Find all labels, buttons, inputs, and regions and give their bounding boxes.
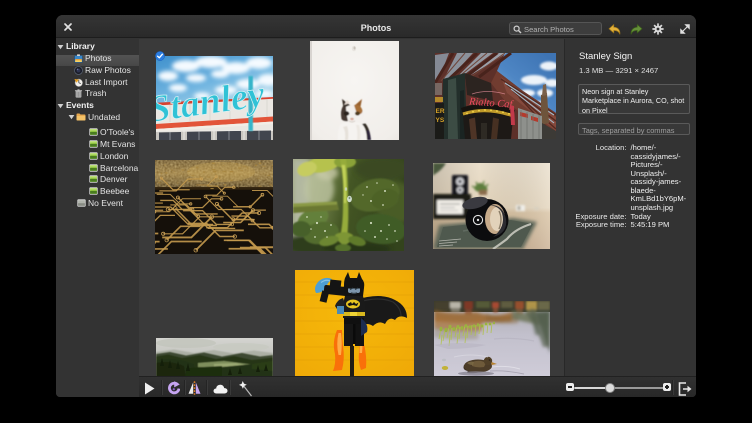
svg-text:ER: ER [436,108,445,115]
svg-text:YS: YS [436,117,445,124]
